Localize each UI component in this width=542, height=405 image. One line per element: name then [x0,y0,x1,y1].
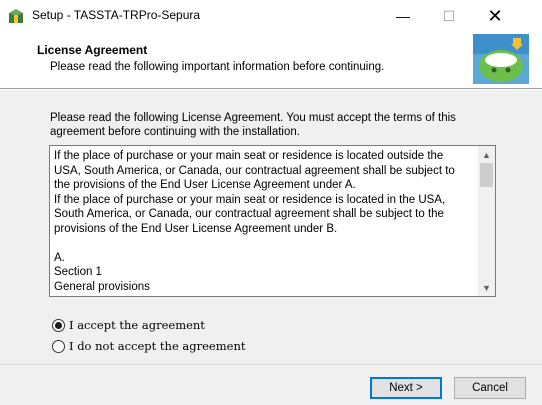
maximize-button[interactable]: ☐ [426,0,472,32]
header-divider-highlight [0,89,542,90]
license-text-box[interactable]: If the place of purchase or your main se… [49,145,496,297]
decline-radio[interactable] [52,339,65,353]
installer-box-icon [9,9,23,23]
accept-label[interactable]: I accept the agreement [69,318,205,332]
cancel-button[interactable]: Cancel [454,377,526,399]
setup-wizard-image [473,34,529,84]
title-bar: Setup - TASSTA-TRPro-Sepura — ☐ ✕ [0,0,542,32]
decline-option[interactable]: I do not accept the agreement [52,339,245,353]
scroll-thumb[interactable] [480,163,493,187]
scroll-up-icon[interactable]: ▲ [478,146,495,163]
license-scrollbar[interactable]: ▲ ▼ [478,146,495,296]
footer-divider [0,364,542,365]
page-title: License Agreement [37,43,148,57]
window-title: Setup - TASSTA-TRPro-Sepura [32,8,201,22]
close-button[interactable]: ✕ [472,0,518,32]
scroll-down-icon[interactable]: ▼ [478,279,495,296]
next-button[interactable]: Next > [370,377,442,399]
accept-radio[interactable] [52,318,65,332]
minimize-button[interactable]: — [380,0,426,32]
page-subtitle: Please read the following important info… [50,61,385,73]
accept-option[interactable]: I accept the agreement [52,318,205,332]
decline-label[interactable]: I do not accept the agreement [69,339,245,353]
license-text: If the place of purchase or your main se… [54,150,455,293]
wizard-header: License Agreement Please read the follow… [0,32,542,88]
intro-text: Please read the following License Agreem… [50,112,456,138]
